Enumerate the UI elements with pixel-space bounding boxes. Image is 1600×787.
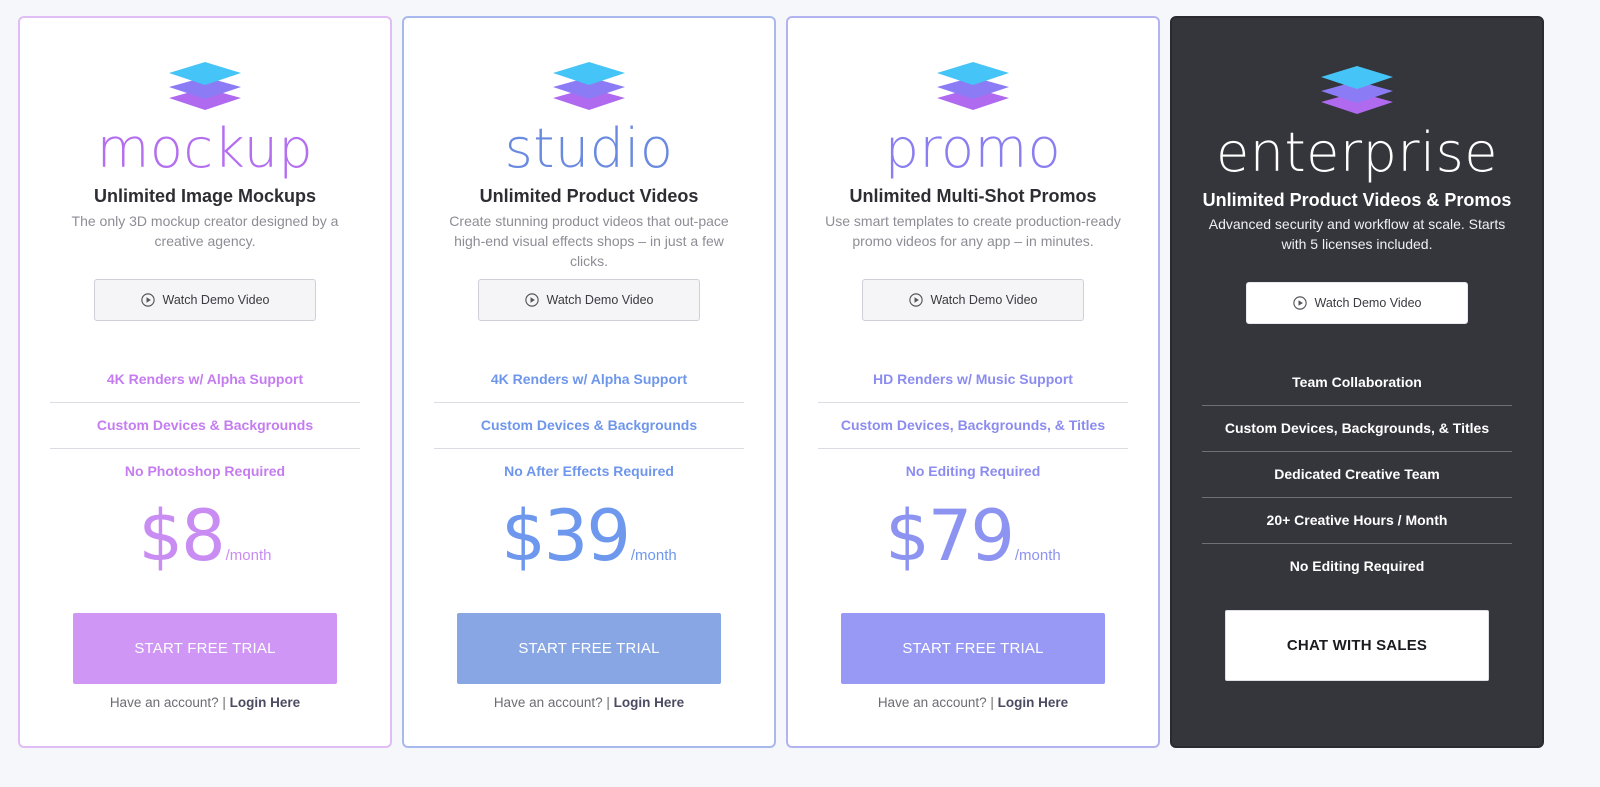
price-period: /month	[225, 547, 272, 564]
account-prompt: Have an account? | Login Here	[404, 695, 774, 710]
feature-item: Custom Devices, Backgrounds, & Titles	[818, 403, 1128, 449]
feature-item: Custom Devices & Backgrounds	[50, 403, 360, 449]
plan-card-enterprise: enterprise Unlimited Product Videos & Pr…	[1170, 16, 1544, 748]
play-circle-icon	[524, 293, 539, 307]
account-prompt: Have an account? | Login Here	[20, 695, 390, 710]
plan-card-promo: promo Unlimited Multi-Shot Promos Use sm…	[786, 16, 1160, 748]
login-link[interactable]: Login Here	[614, 695, 685, 710]
price: $79/month	[788, 496, 1158, 576]
layers-stack-icon	[937, 62, 1009, 110]
price-period: /month	[630, 547, 677, 564]
chat-with-sales-button[interactable]: CHAT WITH SALES	[1225, 610, 1489, 681]
feature-item: 4K Renders w/ Alpha Support	[50, 357, 360, 403]
watch-demo-button[interactable]: Watch Demo Video	[94, 279, 316, 321]
feature-list: 4K Renders w/ Alpha Support Custom Devic…	[434, 357, 744, 494]
feature-item: Team Collaboration	[1202, 360, 1512, 406]
plan-headline: Unlimited Image Mockups	[93, 186, 317, 206]
start-free-trial-button[interactable]: START FREE TRIAL	[457, 613, 721, 684]
watch-demo-label: Watch Demo Video	[162, 293, 270, 307]
plan-headline: Unlimited Multi-Shot Promos	[849, 186, 1097, 206]
play-circle-icon	[140, 293, 155, 307]
price: $8/month	[20, 496, 390, 576]
plan-description: Use smart templates to create production…	[825, 213, 1121, 249]
plan-name: promo	[884, 117, 1062, 180]
layers-stack-icon	[169, 62, 241, 110]
account-prompt: Have an account? | Login Here	[788, 695, 1158, 710]
price-period: /month	[1014, 547, 1061, 564]
feature-item: Custom Devices, Backgrounds, & Titles	[1202, 406, 1512, 452]
price-amount: $79	[885, 495, 1015, 577]
plan-headline: Unlimited Product Videos & Promos	[1202, 190, 1512, 210]
feature-item: No Editing Required	[1289, 558, 1425, 574]
plan-description: Create stunning product videos that out-…	[449, 213, 729, 269]
layers-stack-icon	[1321, 66, 1393, 114]
plan-description: The only 3D mockup creator designed by a…	[71, 213, 339, 249]
watch-demo-label: Watch Demo Video	[930, 293, 1038, 307]
login-link[interactable]: Login Here	[230, 695, 301, 710]
price-amount: $39	[501, 495, 631, 577]
feature-item: No After Effects Required	[504, 463, 674, 479]
login-link[interactable]: Login Here	[998, 695, 1069, 710]
play-circle-icon	[908, 293, 923, 307]
feature-item: 20+ Creative Hours / Month	[1202, 498, 1512, 544]
watch-demo-label: Watch Demo Video	[546, 293, 654, 307]
plan-description: Advanced security and workflow at scale.…	[1208, 216, 1506, 252]
plan-headline: Unlimited Product Videos	[479, 186, 699, 206]
watch-demo-label: Watch Demo Video	[1314, 296, 1422, 310]
feature-list: 4K Renders w/ Alpha Support Custom Devic…	[50, 357, 360, 494]
feature-item: No Photoshop Required	[124, 463, 286, 479]
layers-stack-icon	[553, 62, 625, 110]
account-text: Have an account? |	[877, 695, 998, 710]
feature-item: HD Renders w/ Music Support	[818, 357, 1128, 403]
play-circle-icon	[1292, 296, 1307, 310]
watch-demo-button[interactable]: Watch Demo Video	[862, 279, 1084, 321]
feature-list: HD Renders w/ Music Support Custom Devic…	[818, 357, 1128, 494]
start-free-trial-button[interactable]: START FREE TRIAL	[73, 613, 337, 684]
account-text: Have an account? |	[109, 695, 230, 710]
start-free-trial-button[interactable]: START FREE TRIAL	[841, 613, 1105, 684]
watch-demo-button[interactable]: Watch Demo Video	[478, 279, 700, 321]
price-amount: $8	[138, 495, 226, 577]
plan-name: enterprise	[1216, 121, 1498, 184]
feature-item: 4K Renders w/ Alpha Support	[434, 357, 744, 403]
plan-name: studio	[504, 117, 674, 180]
feature-item: Custom Devices & Backgrounds	[434, 403, 744, 449]
feature-item: Dedicated Creative Team	[1202, 452, 1512, 498]
watch-demo-button[interactable]: Watch Demo Video	[1246, 282, 1468, 324]
feature-list: Team Collaboration Custom Devices, Backg…	[1202, 360, 1512, 589]
plan-card-mockup: mockup Unlimited Image Mockups The only …	[18, 16, 392, 748]
account-text: Have an account? |	[493, 695, 614, 710]
price: $39/month	[404, 496, 774, 576]
feature-item: No Editing Required	[905, 463, 1041, 479]
plan-card-studio: studio Unlimited Product Videos Create s…	[402, 16, 776, 748]
plan-name: mockup	[96, 117, 314, 180]
